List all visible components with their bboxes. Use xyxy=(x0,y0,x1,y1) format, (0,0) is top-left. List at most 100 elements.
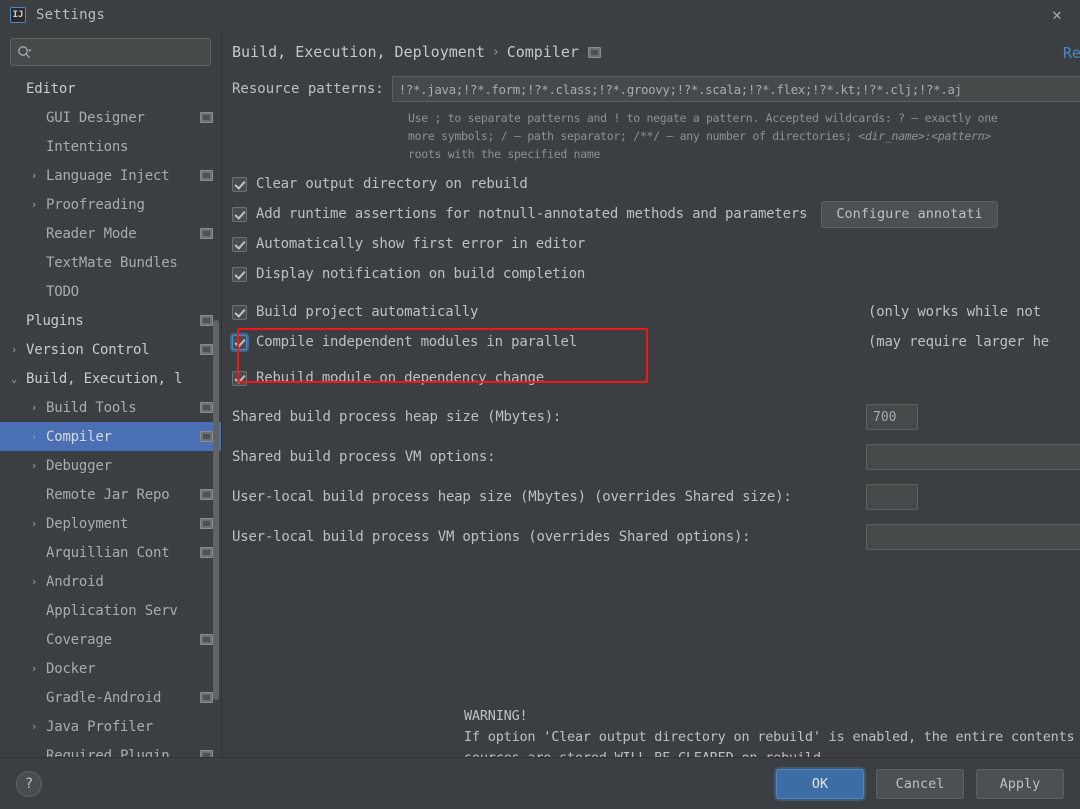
sidebar-item-version-control[interactable]: ›Version Control xyxy=(0,335,221,364)
sidebar-item-remote-jar-repo[interactable]: Remote Jar Repo xyxy=(0,480,221,509)
chevron-icon[interactable]: › xyxy=(6,344,22,355)
checkbox-row[interactable]: Rebuild module on dependency change xyxy=(228,363,1080,393)
breadcrumb-root[interactable]: Build, Execution, Deployment xyxy=(232,43,485,61)
chevron-icon[interactable]: › xyxy=(26,721,42,732)
search-icon xyxy=(17,45,32,60)
checkbox-row[interactable]: Clear output directory on rebuild xyxy=(228,169,1080,199)
sidebar-item-gradle-android[interactable]: Gradle-Android xyxy=(0,683,221,712)
dialog-footer: ? OK Cancel Apply xyxy=(0,757,1080,809)
chevron-icon[interactable]: › xyxy=(26,460,42,471)
checkbox-label: Rebuild module on dependency change xyxy=(256,370,544,386)
sidebar-search-wrap xyxy=(0,30,221,72)
field-input[interactable] xyxy=(866,524,1080,550)
chevron-icon[interactable]: › xyxy=(26,431,42,442)
sidebar-item-debugger[interactable]: ›Debugger xyxy=(0,451,221,480)
sidebar-item-intentions[interactable]: Intentions xyxy=(0,132,221,161)
settings-page-icon xyxy=(200,170,213,181)
checkbox-add-runtime-assertions-for-notnull-annotated-methods-and-parameters[interactable] xyxy=(232,207,247,222)
warning-line-1: WARNING! xyxy=(464,706,1080,727)
sidebar-item-label: Docker xyxy=(46,661,95,677)
sidebar-item-build-execution-l[interactable]: ⌄Build, Execution, l xyxy=(0,364,221,393)
field-input[interactable] xyxy=(866,444,1080,470)
checkbox-rebuild-module-on-dependency-change[interactable] xyxy=(232,371,247,386)
settings-page-icon xyxy=(200,228,213,239)
checkbox-row[interactable]: Display notification on build completion xyxy=(228,259,1080,289)
sidebar-item-label: Compiler xyxy=(46,429,112,445)
settings-page-icon xyxy=(200,112,213,123)
chevron-icon[interactable]: › xyxy=(26,663,42,674)
settings-page-icon xyxy=(200,431,213,442)
breadcrumb-leaf: Compiler xyxy=(507,43,579,61)
chevron-icon[interactable]: › xyxy=(26,199,42,210)
chevron-icon[interactable]: › xyxy=(26,170,42,181)
sidebar-item-arquillian-cont[interactable]: Arquillian Cont xyxy=(0,538,221,567)
resource-patterns-input[interactable] xyxy=(392,76,1080,102)
field-input[interactable] xyxy=(866,404,918,430)
sidebar-item-compiler[interactable]: › Compiler xyxy=(0,422,221,451)
sidebar-item-label: Build Tools xyxy=(46,400,137,416)
field-input[interactable] xyxy=(866,484,918,510)
checkbox-label: Build project automatically xyxy=(256,304,478,320)
sidebar-scrollbar-thumb[interactable] xyxy=(213,320,219,700)
sidebar-item-label: Language Inject xyxy=(46,168,169,184)
chevron-icon[interactable]: › xyxy=(26,576,42,587)
sidebar-item-required-plugin[interactable]: Required Plugin xyxy=(0,741,221,757)
checkbox-row[interactable]: Add runtime assertions for notnull-annot… xyxy=(228,199,1080,229)
field-label: User-local build process VM options (ove… xyxy=(232,529,750,545)
settings-page-icon xyxy=(200,344,213,355)
sidebar-item-build-tools[interactable]: › Build Tools xyxy=(0,393,221,422)
sidebar-item-label: Gradle-Android xyxy=(46,690,161,706)
sidebar-item-coverage[interactable]: Coverage xyxy=(0,625,221,654)
settings-page-icon xyxy=(200,547,213,558)
checkbox-row[interactable]: Automatically show first error in editor xyxy=(228,229,1080,259)
sidebar-item-plugins[interactable]: Plugins xyxy=(0,306,221,335)
sidebar-item-language-inject[interactable]: › Language Inject xyxy=(0,161,221,190)
reset-link[interactable]: Reset xyxy=(1063,44,1080,62)
sidebar-item-docker[interactable]: › Docker xyxy=(0,654,221,683)
settings-page-icon xyxy=(200,634,213,645)
sidebar-scrollbar[interactable] xyxy=(213,320,219,700)
settings-page-icon xyxy=(200,692,213,703)
search-box[interactable] xyxy=(10,38,211,66)
sidebar-item-editor[interactable]: Editor xyxy=(0,74,221,103)
sidebar-item-todo[interactable]: TODO xyxy=(0,277,221,306)
checkbox-row[interactable]: Build project automatically (only works w… xyxy=(228,297,1080,327)
settings-page-icon xyxy=(588,47,601,58)
hint-line-3: roots with the specified name xyxy=(408,145,1080,163)
checkbox-display-notification-on-build-completion[interactable] xyxy=(232,267,247,282)
main-inner: Build, Execution, Deployment › Compiler … xyxy=(222,32,1080,557)
checkbox-label: Add runtime assertions for notnull-annot… xyxy=(256,206,807,222)
checkbox-label: Clear output directory on rebuild xyxy=(256,176,528,192)
warning-text: WARNING! If option 'Clear output directo… xyxy=(464,706,1080,757)
ok-button[interactable]: OK xyxy=(776,769,864,799)
cancel-button[interactable]: Cancel xyxy=(876,769,964,799)
checkbox-side-note: (only works while not xyxy=(868,304,1041,320)
checkbox-row[interactable]: Compile independent modules in parallel(… xyxy=(228,327,1080,357)
checkbox-compile-independent-modules-in-parallel[interactable] xyxy=(232,335,247,350)
sidebar-item-label: Application Serv xyxy=(46,603,178,619)
sidebar-item-textmate-bundles[interactable]: TextMate Bundles xyxy=(0,248,221,277)
sidebar-item-java-profiler[interactable]: ›Java Profiler xyxy=(0,712,221,741)
search-input[interactable] xyxy=(32,44,207,61)
dialog-body: EditorGUI DesignerIntentions › Language In… xyxy=(0,30,1080,757)
help-button[interactable]: ? xyxy=(16,771,42,797)
checkbox-clear-output-directory-on-rebuild[interactable] xyxy=(232,177,247,192)
apply-button[interactable]: Apply xyxy=(976,769,1064,799)
sidebar-item-application-serv[interactable]: Application Serv xyxy=(0,596,221,625)
sidebar-item-deployment[interactable]: ›Deployment xyxy=(0,509,221,538)
checkbox-build-project-automatically[interactable] xyxy=(232,305,247,320)
chevron-icon[interactable]: › xyxy=(26,402,42,413)
settings-page-icon xyxy=(200,489,213,500)
checkbox-automatically-show-first-error-in-editor[interactable] xyxy=(232,237,247,252)
chevron-icon[interactable]: › xyxy=(26,518,42,529)
chevron-icon[interactable]: ⌄ xyxy=(6,373,22,384)
configure-annotations-button[interactable]: Configure annotati xyxy=(821,201,997,228)
sidebar-item-gui-designer[interactable]: GUI Designer xyxy=(0,103,221,132)
close-icon[interactable]: ✕ xyxy=(1042,2,1072,28)
sidebar-item-android[interactable]: ›Android xyxy=(0,567,221,596)
sidebar-item-reader-mode[interactable]: Reader Mode xyxy=(0,219,221,248)
checkbox-label: Automatically show first error in editor xyxy=(256,236,585,252)
resource-patterns-row: Resource patterns: xyxy=(228,76,1080,102)
sidebar-item-proofreading[interactable]: ›Proofreading xyxy=(0,190,221,219)
settings-tree: EditorGUI DesignerIntentions › Language In… xyxy=(0,72,221,757)
